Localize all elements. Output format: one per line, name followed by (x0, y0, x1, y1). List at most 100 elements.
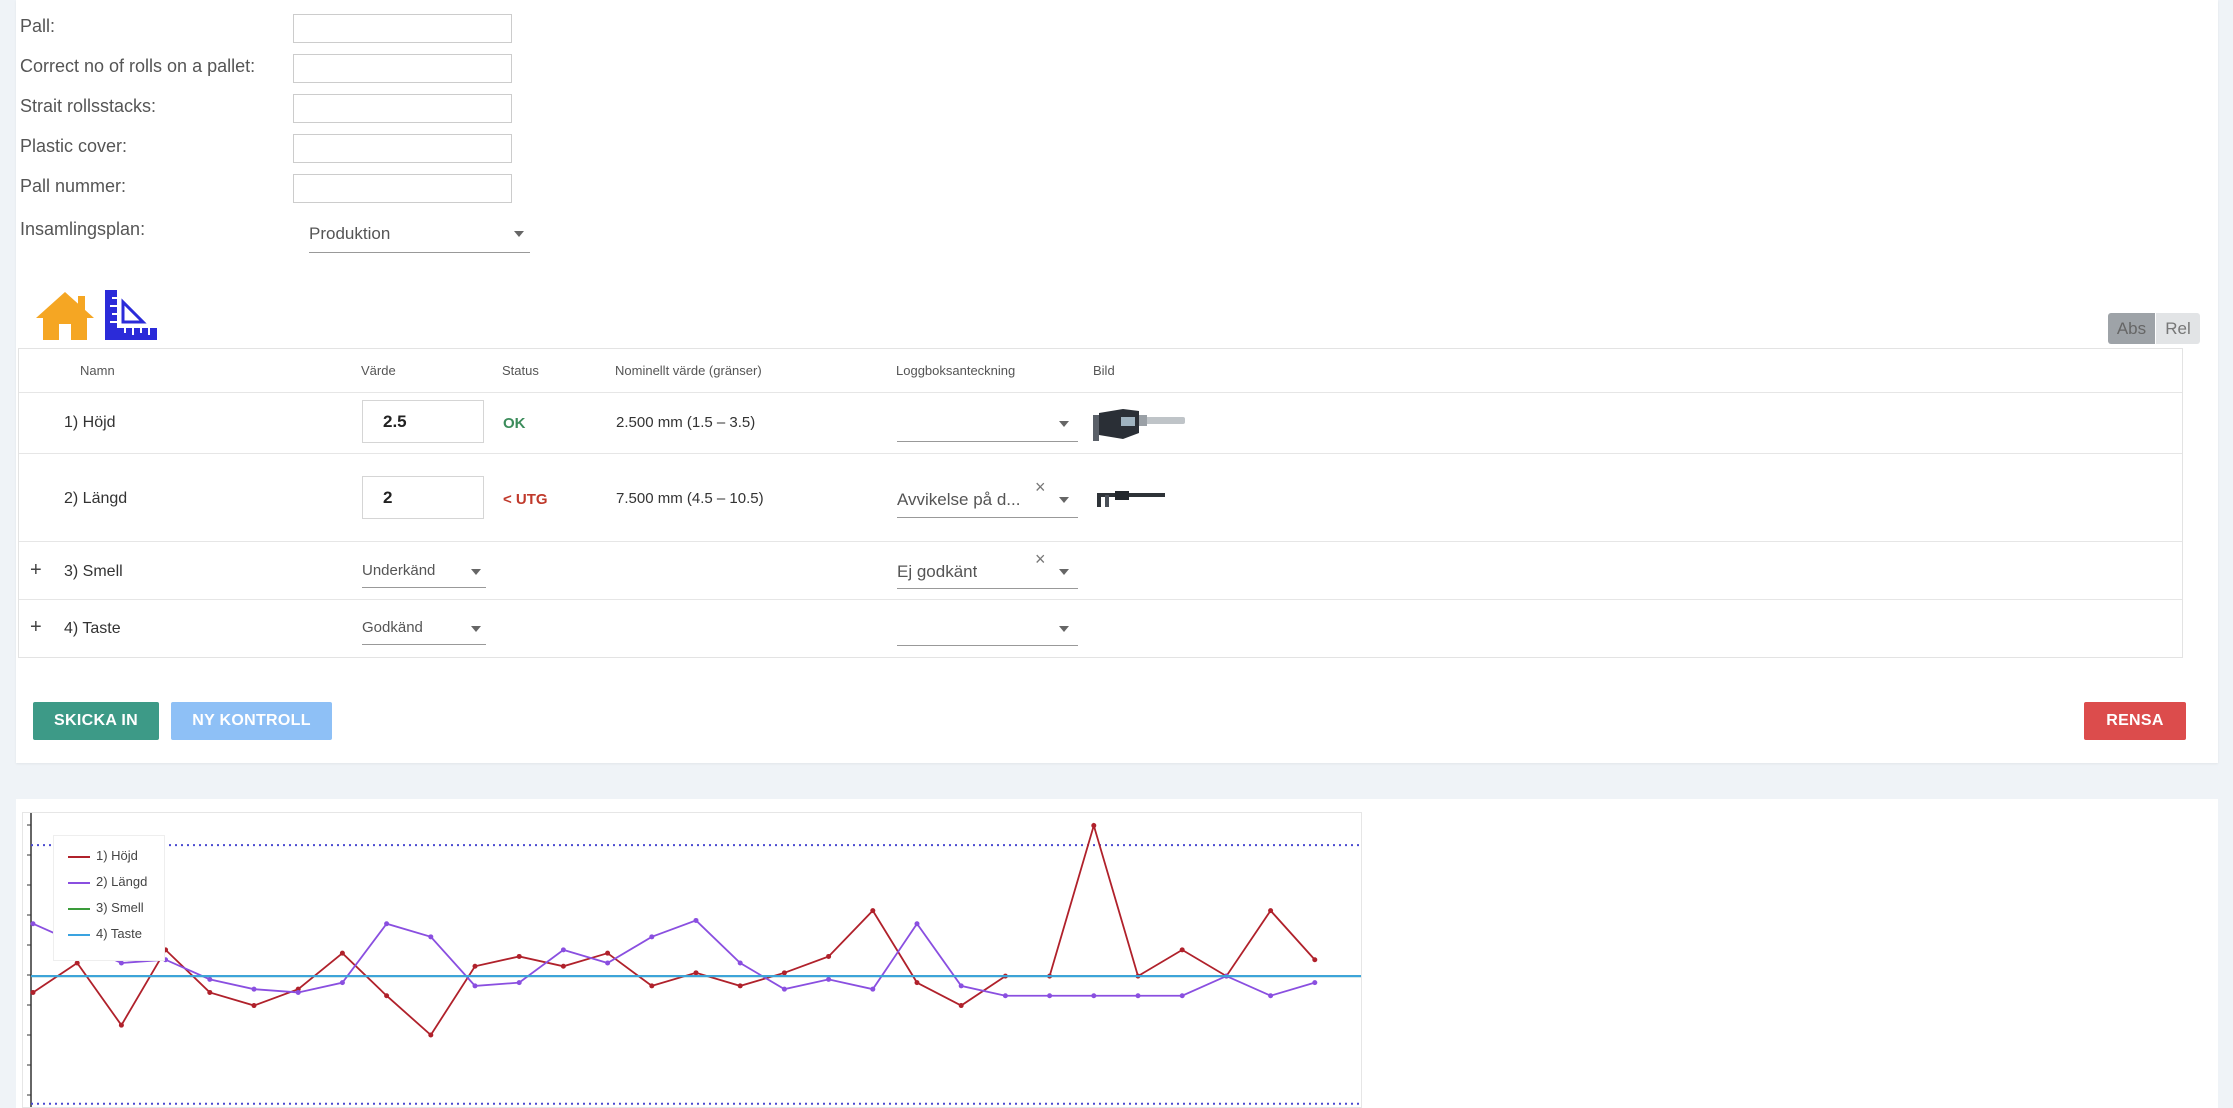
data-point (384, 921, 390, 927)
submit-button[interactable]: SKICKA IN (33, 702, 159, 740)
data-point (914, 921, 920, 927)
abs-toggle[interactable]: Abs (2108, 313, 2155, 344)
data-point (870, 986, 876, 992)
data-point (339, 950, 345, 956)
data-point (207, 976, 213, 982)
log-select-value: Avvikelse på d... (897, 490, 1021, 509)
log-select[interactable] (897, 609, 1078, 646)
log-select[interactable]: Ej godkänt × (897, 549, 1078, 589)
data-point (118, 1022, 124, 1028)
data-point (1268, 908, 1274, 914)
header-nominal: Nominellt värde (gränser) (615, 363, 762, 378)
data-point (1047, 993, 1053, 999)
log-select[interactable]: Avvikelse på d... × (897, 477, 1078, 518)
expand-icon[interactable]: + (30, 616, 42, 639)
data-point (516, 980, 522, 986)
field-input-rolls[interactable] (293, 54, 512, 83)
caliper-image[interactable] (1093, 487, 1167, 511)
row-name: 1) Höjd (64, 414, 116, 431)
clear-icon[interactable]: × (1035, 549, 1046, 570)
field-label-rolls: Correct no of rolls on a pallet: (20, 56, 256, 76)
plan-label: Insamlingsplan: (20, 219, 146, 239)
data-point (384, 993, 390, 999)
chart-legend: 1) Höjd 2) Längd 3) Smell 4) Taste (53, 835, 165, 961)
data-point (30, 989, 36, 995)
chevron-down-icon (471, 626, 481, 632)
plan-select-value: Produktion (309, 224, 391, 243)
data-point (958, 983, 964, 989)
data-point (1268, 993, 1274, 999)
value-select[interactable]: Underkänd (362, 556, 486, 588)
header-status: Status (502, 363, 539, 378)
row-divider (19, 599, 2182, 600)
micrometer-image[interactable] (1093, 405, 1189, 445)
data-point (472, 983, 478, 989)
data-point (737, 983, 743, 989)
status-badge: < UTG (503, 491, 548, 508)
ruler-icon[interactable] (103, 288, 159, 342)
data-point (295, 989, 301, 995)
data-point (1091, 993, 1097, 999)
row-divider (19, 453, 2182, 454)
data-point (693, 917, 699, 923)
data-point (1179, 947, 1185, 953)
line-chart (27, 813, 1361, 1107)
clear-icon[interactable]: × (1035, 477, 1046, 498)
new-control-button[interactable]: NY KONTROLL (171, 702, 332, 740)
data-point (251, 1003, 257, 1009)
data-point (1312, 957, 1318, 963)
data-point (207, 989, 213, 995)
field-label-pall: Pall: (20, 16, 56, 36)
legend-label: 2) Längd (96, 874, 148, 889)
log-select-value: Ej godkänt (897, 562, 978, 581)
value-select[interactable]: Godkänd (362, 613, 486, 645)
data-point (1091, 823, 1097, 829)
chart-area: 1) Höjd 2) Längd 3) Smell 4) Taste (22, 812, 1362, 1108)
legend-label: 1) Höjd (96, 848, 138, 863)
chevron-down-icon (1059, 421, 1069, 427)
measurement-table: Namn Värde Status Nominellt värde (gräns… (18, 348, 2183, 658)
data-point (914, 980, 920, 986)
nominal-value: 7.500 mm (4.5 – 10.5) (616, 490, 764, 507)
data-point (339, 980, 345, 986)
data-point (958, 1003, 964, 1009)
row-name: 2) Längd (64, 490, 128, 507)
value-select-value: Underkänd (362, 562, 436, 579)
field-input-pall[interactable] (293, 14, 512, 43)
value-input[interactable]: 2 (362, 476, 484, 519)
data-point (605, 960, 611, 966)
status-badge: OK (503, 415, 526, 432)
header-value: Värde (361, 363, 396, 378)
field-label-plastic-cover: Plastic cover: (20, 136, 128, 156)
data-point (781, 986, 787, 992)
data-point (251, 986, 257, 992)
data-point (30, 921, 36, 927)
legend-swatch (68, 856, 90, 858)
home-icon[interactable] (34, 290, 96, 342)
field-label-rollsstacks: Strait rollsstacks: (20, 96, 157, 116)
data-point (649, 983, 655, 989)
chevron-down-icon (1059, 569, 1069, 575)
row-divider (19, 541, 2182, 542)
nominal-value: 2.500 mm (1.5 – 3.5) (616, 414, 756, 431)
field-input-rollsstacks[interactable] (293, 94, 512, 123)
row-name: 4) Taste (64, 620, 121, 637)
log-select[interactable] (897, 406, 1078, 442)
data-point (605, 950, 611, 956)
header-name: Namn (80, 363, 115, 378)
rel-toggle[interactable]: Rel (2156, 313, 2200, 344)
chevron-down-icon (1059, 626, 1069, 632)
data-point (1135, 993, 1141, 999)
clear-button[interactable]: RENSA (2084, 702, 2186, 740)
value-input[interactable]: 2.5 (362, 400, 484, 443)
data-point (118, 960, 124, 966)
legend-swatch (68, 882, 90, 884)
legend-swatch (68, 908, 90, 910)
data-point (560, 947, 566, 953)
plan-select[interactable]: Produktion (309, 220, 530, 253)
data-point (826, 976, 832, 982)
field-input-plastic-cover[interactable] (293, 134, 512, 163)
field-input-pall-nummer[interactable] (293, 174, 512, 203)
expand-icon[interactable]: + (30, 559, 42, 582)
legend-label: 3) Smell (96, 900, 144, 915)
